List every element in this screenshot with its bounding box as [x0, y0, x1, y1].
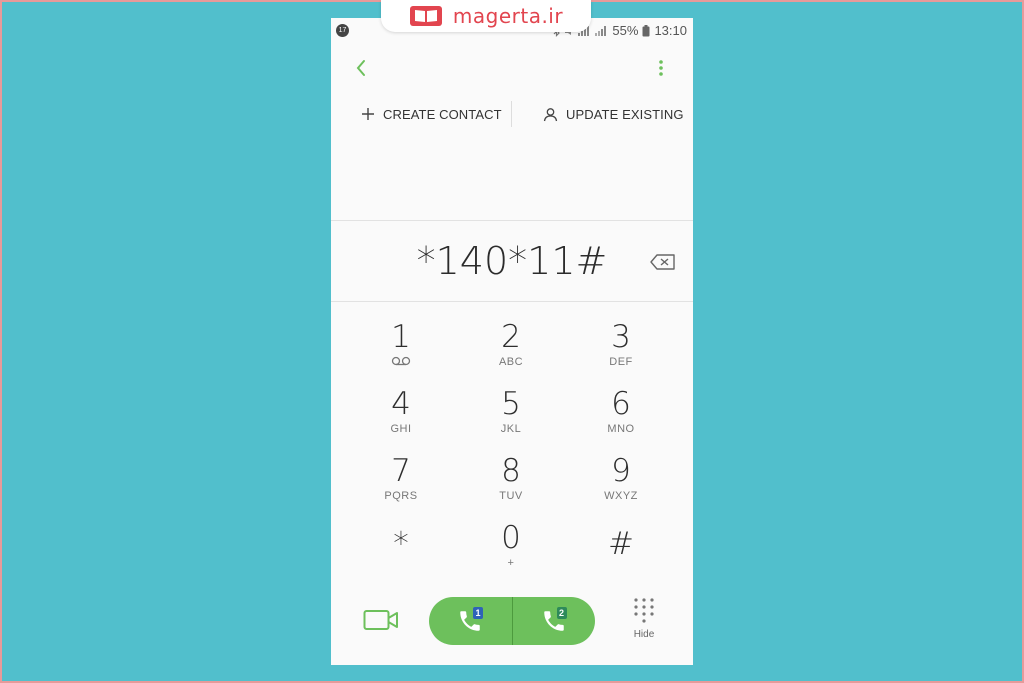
key-5[interactable]: 5 JKL	[456, 380, 566, 447]
key-9[interactable]: 9 WXYZ	[566, 447, 676, 514]
call-buttons: 1 2	[429, 597, 595, 645]
key-digit: *	[393, 526, 409, 562]
key-digit: 3	[611, 319, 631, 355]
battery-icon	[642, 24, 650, 36]
keypad-grid-icon	[634, 598, 654, 623]
voicemail-icon	[391, 356, 411, 368]
chevron-left-icon	[356, 60, 365, 76]
phone-screen: 17 55% 13:10 CREATE CONTACT UPDATE EXIST…	[331, 18, 693, 665]
key-digit: 6	[611, 386, 631, 422]
key-letters: +	[507, 557, 515, 569]
key-letters: TUV	[499, 490, 523, 502]
create-contact-label: CREATE CONTACT	[383, 106, 502, 122]
key-digit: 9	[611, 453, 631, 489]
key-digit: 8	[501, 453, 521, 489]
key-4[interactable]: 4 GHI	[346, 380, 456, 447]
key-digit: #	[608, 526, 634, 562]
key-letters: GHI	[390, 423, 412, 435]
watermark-text: magerta.ir	[452, 4, 564, 28]
call-sim1-button[interactable]: 1	[429, 597, 512, 645]
video-call-button[interactable]	[361, 605, 401, 635]
key-hash[interactable]: #	[566, 514, 676, 581]
key-letters: WXYZ	[604, 490, 638, 502]
site-watermark: magerta.ir	[381, 0, 591, 32]
call-bar: 1 2 Hide	[331, 593, 693, 653]
backspace-icon	[650, 254, 675, 270]
create-contact-button[interactable]: CREATE CONTACT	[361, 98, 502, 130]
key-letters: PQRS	[384, 490, 418, 502]
battery-percent: 55%	[612, 23, 639, 38]
plus-icon	[362, 108, 374, 120]
more-vertical-icon	[659, 60, 663, 76]
key-star[interactable]: *	[346, 514, 456, 581]
key-digit: 5	[501, 386, 521, 422]
key-0[interactable]: 0 +	[456, 514, 566, 581]
key-digit: 7	[391, 453, 411, 489]
key-letters: ABC	[498, 356, 524, 368]
key-3[interactable]: 3 DEF	[566, 313, 676, 380]
call-sim2-button[interactable]: 2	[513, 597, 596, 645]
open-book-icon	[409, 5, 443, 27]
dialed-number[interactable]: *140*11#	[331, 221, 693, 301]
key-letters: MNO	[607, 423, 635, 435]
key-1[interactable]: 1	[346, 313, 456, 380]
backspace-button[interactable]	[649, 253, 677, 271]
action-divider	[511, 101, 512, 127]
more-options-button[interactable]	[649, 56, 673, 80]
notification-badge: 17	[336, 24, 349, 37]
hide-keypad-button[interactable]: Hide	[627, 597, 661, 649]
key-2[interactable]: 2 ABC	[456, 313, 566, 380]
key-digit: 2	[501, 319, 521, 355]
signal-icon-2	[595, 25, 607, 36]
key-7[interactable]: 7 PQRS	[346, 447, 456, 514]
dial-display: *140*11#	[331, 220, 693, 302]
key-8[interactable]: 8 TUV	[456, 447, 566, 514]
status-time: 13:10	[654, 23, 687, 38]
person-icon	[543, 107, 558, 121]
key-digit: 1	[391, 319, 411, 355]
key-6[interactable]: 6 MNO	[566, 380, 676, 447]
sim1-badge: 1	[473, 607, 483, 619]
hide-label: Hide	[633, 629, 655, 640]
back-button[interactable]	[349, 56, 373, 80]
key-digit: 0	[501, 520, 521, 556]
update-existing-label: UPDATE EXISTING	[566, 106, 684, 122]
contact-actions: CREATE CONTACT UPDATE EXISTING	[331, 98, 693, 130]
keypad: 1 2 ABC 3 DEF 4 GHI 5 JKL 6 MNO 7 PQRS 8…	[346, 313, 678, 581]
update-existing-button[interactable]: UPDATE EXISTING	[543, 98, 684, 130]
key-digit: 4	[391, 386, 411, 422]
key-letters: DEF	[609, 356, 633, 368]
video-camera-icon	[363, 610, 398, 630]
top-bar	[331, 52, 693, 86]
sim2-badge: 2	[556, 607, 567, 619]
key-letters: JKL	[500, 423, 522, 435]
